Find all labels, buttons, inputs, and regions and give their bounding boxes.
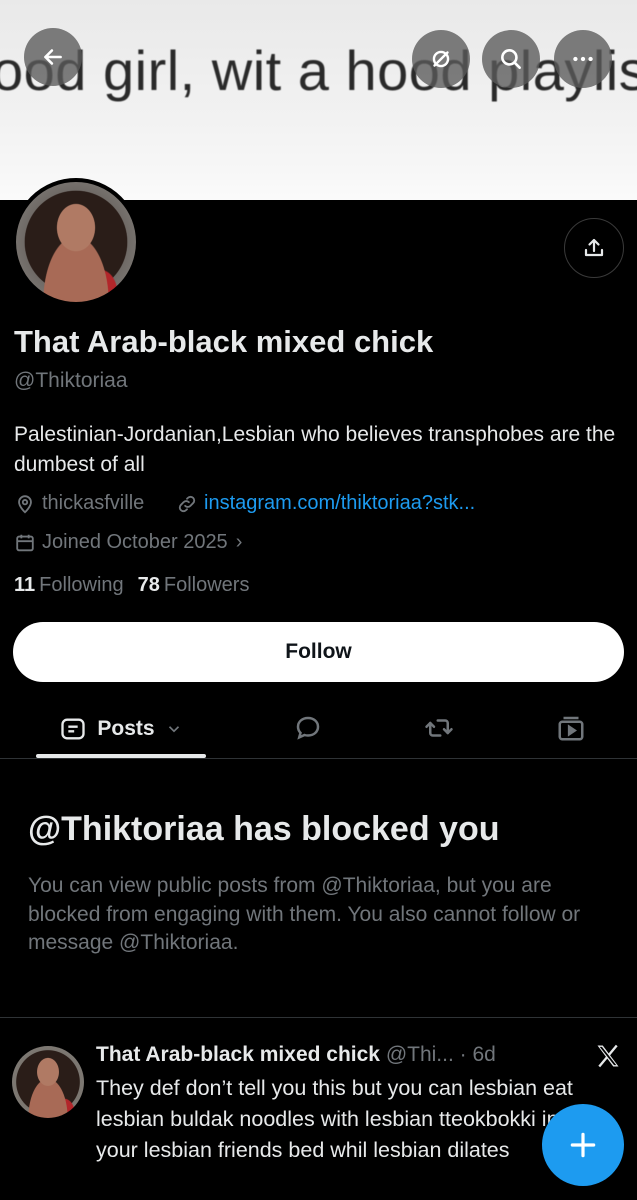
display-name: That Arab-black mixed chick (14, 324, 434, 359)
link-text[interactable]: instagram.com/thiktoriaa?stk... (204, 492, 475, 515)
calendar-icon (16, 534, 34, 551)
banner-text: ood girl, wit a hood playlist (0, 39, 637, 102)
chevron-down-icon (168, 726, 179, 733)
location-pin-icon (18, 494, 32, 513)
more-options-button[interactable] (554, 30, 612, 88)
search-button[interactable] (482, 30, 540, 88)
post-meta: @Thi... · 6d (379, 1043, 496, 1066)
following-link[interactable]: 11 Following (14, 574, 124, 597)
profile-handle: @Thiktoriaa (14, 369, 128, 392)
share-icon (584, 238, 604, 257)
post-author[interactable]: That Arab-black mixed chick (96, 1043, 380, 1066)
joined-text: Joined October 2025 (42, 531, 228, 553)
tab-posts-label: Posts (97, 717, 155, 740)
mute-button[interactable] (412, 30, 470, 88)
profile-avatar[interactable] (12, 178, 140, 306)
post-header: That Arab-black mixed chick @Thi... · 6d (96, 1043, 496, 1067)
search-icon (501, 49, 521, 69)
profile-tabs: Posts (0, 700, 637, 759)
repost-icon (425, 719, 453, 737)
plus-icon (570, 1132, 596, 1158)
post-avatar[interactable] (12, 1046, 84, 1118)
tab-posts[interactable]: Posts (36, 700, 206, 758)
followers-link[interactable]: 78 Followers (138, 574, 250, 597)
follow-button[interactable]: Follow (13, 622, 624, 682)
media-icon (558, 716, 584, 741)
back-button[interactable] (24, 28, 82, 86)
tab-media[interactable] (554, 711, 588, 745)
x-logo-icon (597, 1044, 619, 1068)
profile-location: thickasfville (14, 492, 144, 515)
chevron-right-icon: › (235, 531, 243, 553)
location-text: thickasfville (42, 492, 145, 514)
profile-bio: Palestinian-Jordanian,Lesbian who believ… (14, 423, 616, 476)
link-icon (178, 495, 196, 512)
tab-reposts[interactable] (422, 711, 456, 745)
blocked-description: You can view public posts from @Thiktori… (28, 874, 581, 954)
more-icon (573, 56, 593, 62)
compose-button[interactable] (542, 1104, 624, 1186)
arrow-left-icon (44, 49, 62, 65)
divider (0, 1017, 637, 1018)
profile-link[interactable]: instagram.com/thiktoriaa?stk... (176, 492, 475, 515)
profile-banner: ood girl, wit a hood playlist (0, 0, 637, 200)
profile-joined[interactable]: Joined October 2025 › (14, 531, 242, 554)
share-button[interactable] (564, 218, 624, 278)
posts-icon (61, 718, 86, 740)
speech-bubble-icon (296, 716, 320, 740)
mute-icon (432, 50, 450, 68)
post-text[interactable]: They def don’t tell you this but you can… (96, 1073, 596, 1166)
tab-replies[interactable] (291, 711, 325, 745)
follow-stats: 11 Following 78 Followers (14, 574, 249, 597)
blocked-title: @Thiktoriaa has blocked you (28, 810, 500, 848)
